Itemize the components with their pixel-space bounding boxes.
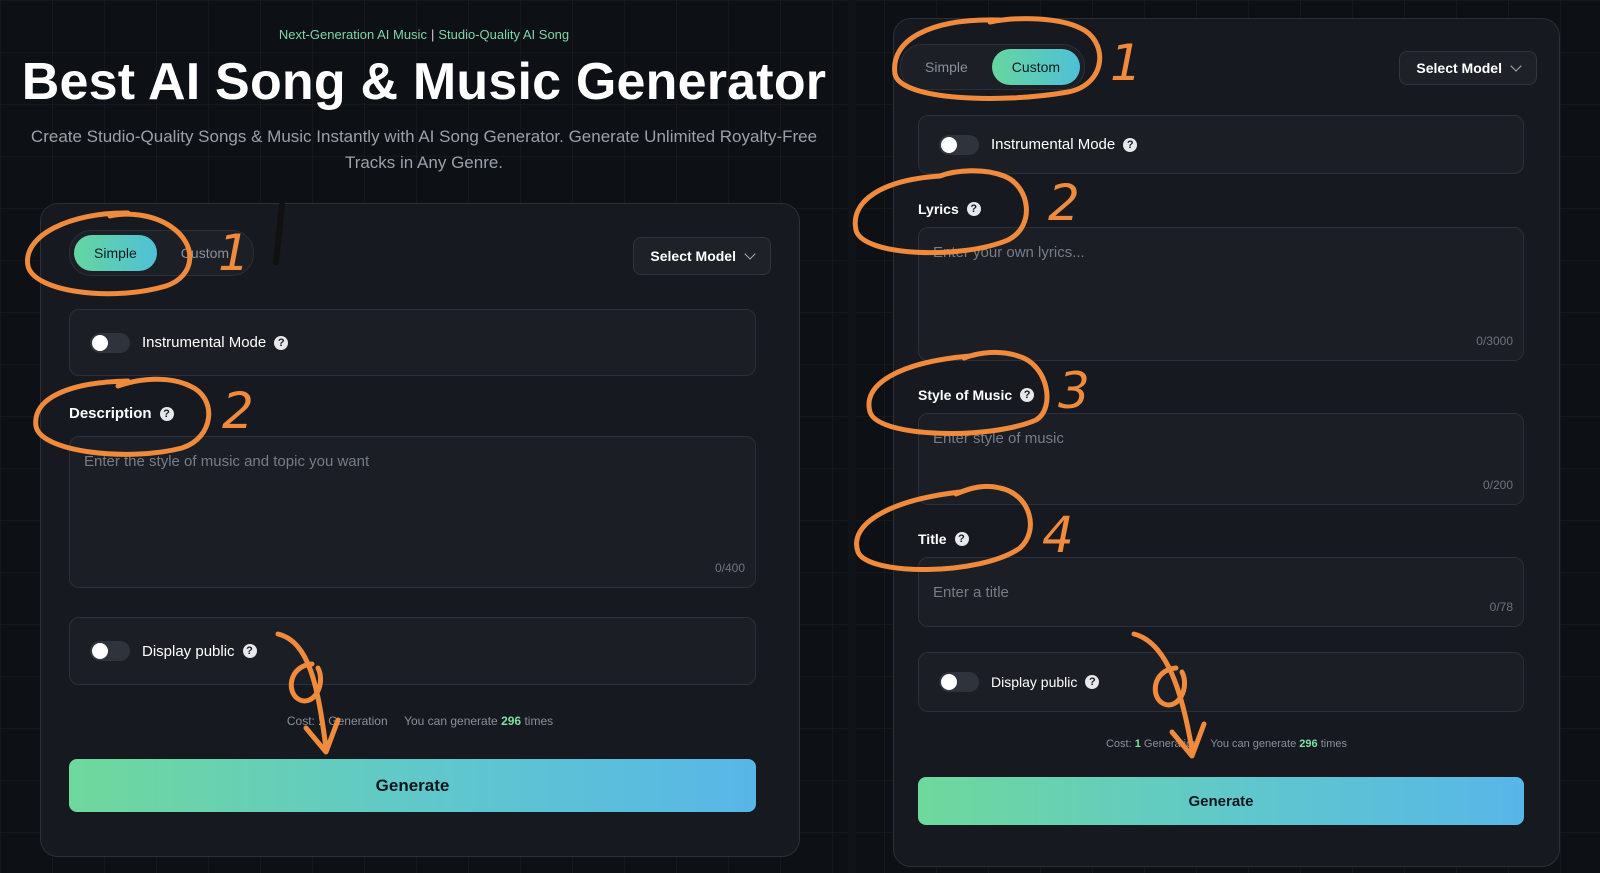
remaining-suffix: times (524, 714, 554, 728)
help-icon[interactable]: ? (1085, 675, 1100, 689)
help-icon[interactable]: ? (954, 532, 969, 546)
display-public-row: Display public ? (918, 652, 1524, 712)
select-model-dropdown[interactable]: Select Model (633, 237, 771, 275)
remaining-count: 296 (501, 714, 522, 728)
switch-knob (941, 136, 957, 153)
description-input[interactable] (70, 437, 755, 587)
display-public-row: Display public ? (69, 617, 756, 685)
help-icon[interactable]: ? (274, 335, 289, 350)
help-icon[interactable]: ? (242, 644, 257, 658)
lyrics-field: 0/3000 (918, 227, 1524, 361)
description-counter: 0/400 (714, 561, 745, 575)
description-field: 0/400 (69, 436, 756, 588)
remaining-suffix: times (1320, 738, 1347, 750)
page-subtitle: Create Studio-Quality Songs & Music Inst… (30, 127, 818, 172)
tab-custom[interactable]: Custom (161, 235, 249, 271)
lyrics-label-text: Lyrics (918, 201, 959, 217)
display-public-switch[interactable] (90, 641, 130, 661)
remaining-count: 296 (1299, 738, 1318, 750)
simple-generator-card: Simple Custom Select Model Instrumental … (40, 203, 800, 857)
tab-simple[interactable]: Simple (74, 235, 157, 271)
chevron-down-icon (1510, 60, 1522, 72)
tab-custom[interactable]: Custom (991, 49, 1081, 85)
style-label: Style of Music ? (918, 387, 1035, 403)
title-label-text: Title (918, 531, 947, 547)
style-input[interactable] (919, 414, 1523, 504)
instrumental-mode-switch[interactable] (90, 332, 130, 353)
screenshot-divider (848, 0, 856, 873)
instrumental-mode-label: Instrumental Mode (991, 136, 1116, 153)
lyrics-input[interactable] (919, 228, 1523, 360)
cost-info: Cost: 1 Generation You can generate 296 … (41, 714, 799, 728)
cost-value: 1 (318, 714, 325, 728)
mode-toggle: Simple Custom (900, 44, 1086, 90)
switch-knob (92, 643, 108, 659)
title-label: Title ? (918, 531, 969, 547)
lyrics-counter: 0/3000 (1476, 334, 1513, 348)
help-icon[interactable]: ? (159, 406, 174, 421)
hero-tagline: Next-Generation AI Music | Studio-Quality … (0, 27, 848, 42)
instrumental-mode-switch[interactable] (939, 134, 979, 155)
generate-button[interactable]: Generate (69, 759, 756, 812)
switch-knob (941, 674, 957, 690)
tagline-right: Studio-Quality AI Song (438, 27, 570, 42)
instrumental-mode-row: Instrumental Mode ? (918, 115, 1524, 174)
remaining-prefix: You can generate (1210, 738, 1297, 750)
cost-label: Cost: (1105, 738, 1132, 750)
style-label-text: Style of Music (918, 387, 1013, 403)
style-field: 0/200 (918, 413, 1524, 505)
cost-unit: Generation (328, 714, 388, 728)
description-label: Description ? (69, 405, 174, 422)
cost-info: Cost: 1 Generation You can generate 296 … (894, 738, 1559, 750)
remaining-prefix: You can generate (404, 714, 498, 728)
instrumental-mode-label: Instrumental Mode (142, 334, 267, 351)
display-public-switch[interactable] (939, 672, 979, 692)
cost-unit: Generation (1143, 738, 1199, 750)
help-icon[interactable]: ? (1020, 388, 1035, 402)
tagline-separator: | (430, 27, 435, 42)
custom-generator-card: Simple Custom Select Model Instrumental … (893, 18, 1560, 867)
display-public-label: Display public (142, 642, 235, 660)
select-model-label: Select Model (650, 248, 736, 264)
generate-button[interactable]: Generate (918, 777, 1524, 825)
select-model-label: Select Model (1416, 60, 1502, 76)
chevron-down-icon (744, 248, 756, 260)
tagline-left: Next-Generation AI Music (278, 27, 427, 42)
title-counter: 0/78 (1489, 600, 1513, 614)
cost-label: Cost: (286, 714, 315, 728)
lyrics-label: Lyrics ? (918, 201, 981, 217)
title-input[interactable] (919, 558, 1523, 626)
cost-value: 1 (1134, 738, 1141, 750)
switch-knob (92, 334, 108, 351)
tab-simple[interactable]: Simple (905, 49, 988, 85)
description-label-text: Description (69, 405, 152, 422)
select-model-dropdown[interactable]: Select Model (1399, 51, 1537, 85)
help-icon[interactable]: ? (1123, 137, 1138, 152)
style-counter: 0/200 (1482, 478, 1513, 492)
display-public-label: Display public (991, 674, 1078, 690)
help-icon[interactable]: ? (966, 202, 981, 216)
instrumental-mode-row: Instrumental Mode ? (69, 309, 756, 376)
mode-toggle: Simple Custom (69, 230, 255, 276)
title-field: 0/78 (918, 557, 1524, 627)
page-title: Best AI Song & Music Generator (21, 53, 827, 111)
